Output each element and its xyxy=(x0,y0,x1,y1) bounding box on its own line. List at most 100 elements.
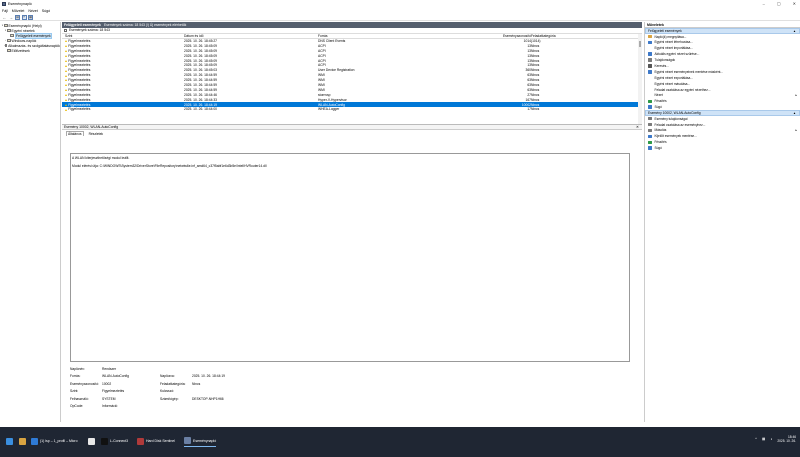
property-label: Eseményazonosító: xyxy=(70,381,99,386)
cell-source: User Device Registration xyxy=(318,68,355,73)
cell-event-id: 63 xyxy=(527,73,531,78)
action-item-label: Egyéni nézet exportálása... xyxy=(654,75,693,80)
collapse-icon[interactable]: ▲ xyxy=(793,29,796,33)
action-item-label: Egyéni nézet másolása... xyxy=(654,81,691,86)
taskbar-item[interactable]: L-Connect3 xyxy=(101,435,128,447)
warning-icon xyxy=(65,64,67,67)
network-icon[interactable]: ▦ xyxy=(762,437,765,441)
cell-date: 2025. 10. 26. 18:45:09 xyxy=(184,63,217,68)
back-button[interactable]: ← xyxy=(2,15,7,20)
action-item[interactable]: Súgó xyxy=(645,145,800,151)
help-icon xyxy=(648,105,652,109)
cell-event-id: 63 xyxy=(527,82,531,87)
cell-level: Figyelmeztetés xyxy=(65,44,90,48)
menu-view[interactable]: Nézet xyxy=(28,9,37,13)
volume-icon[interactable]: ◖ xyxy=(770,437,772,441)
tree-item[interactable]: ›Alkalmazás- és szolgáltatásnaplók xyxy=(0,43,60,48)
table-scrollbar[interactable] xyxy=(638,33,642,124)
cell-date: 2025. 10. 26. 18:44:46 xyxy=(184,92,217,97)
property-row: Eseményazonosító: 10002 Feladatkategória: N… xyxy=(70,382,370,389)
taskbar-item[interactable]: Hard Disk Sentinel xyxy=(137,435,175,447)
warning-icon xyxy=(65,59,67,62)
cell-level-text: Figyelmeztetés xyxy=(68,43,91,48)
action-item-label: Nézet xyxy=(654,93,663,98)
cell-task-category: Nincs xyxy=(531,68,540,73)
menu-file[interactable]: Fájl xyxy=(2,9,8,13)
tab-details[interactable]: Részletek xyxy=(88,132,104,136)
property-label: Szint: xyxy=(70,389,79,394)
cell-level-text: Figyelmeztetés xyxy=(68,58,91,63)
tree-item-label: Eseménynapló (Helyi) xyxy=(8,23,42,28)
maximize-button[interactable]: ▢ xyxy=(777,1,781,6)
minimize-button[interactable]: – xyxy=(763,1,765,6)
cell-date: 2025. 10. 26. 18:44:59 xyxy=(184,87,217,92)
cell-source: Hyper-V-Hypervisor xyxy=(318,97,347,102)
cell-date: 2025. 10. 26. 18:45:27 xyxy=(184,38,217,43)
cell-date: 2025. 10. 26. 18:44:59 xyxy=(184,78,217,83)
cell-level-text: Figyelmeztetés xyxy=(68,97,91,102)
cell-date: 2025. 10. 26. 18:45:09 xyxy=(184,53,217,58)
action-item-label: Aktuális egyéni nézet szűrése... xyxy=(654,52,700,57)
menu-action[interactable]: Művelet xyxy=(12,9,25,13)
col-header-event-id[interactable]: Eseményazonosító xyxy=(489,34,531,38)
menu-help[interactable]: Súgó xyxy=(42,9,50,13)
help-icon[interactable]: ? xyxy=(21,14,27,20)
cell-source: stornvsp xyxy=(318,92,331,97)
cell-source: WMI xyxy=(318,87,325,92)
cell-level: Figyelmeztetés xyxy=(65,68,90,72)
detail-tabs: Általános Részletek xyxy=(62,130,642,136)
col-header-date[interactable]: Dátum és idő xyxy=(184,34,203,38)
property-value: Információ xyxy=(102,403,118,408)
taskbar-item[interactable]: Eseménynapló xyxy=(184,435,217,447)
toolbar: ← → ▤ ? ▦ xyxy=(0,14,800,21)
scrollbar-thumb[interactable] xyxy=(639,40,641,47)
taskbar-item-label: Hard Disk Sentinel xyxy=(146,439,175,443)
folder-icon xyxy=(4,44,8,47)
taskbar-item[interactable] xyxy=(19,435,28,447)
cell-level: Figyelmeztetés xyxy=(65,54,90,58)
property-value: WLAN-AutoConfig xyxy=(102,374,129,379)
tree-item[interactable]: Előfizetések xyxy=(0,48,60,53)
cell-level: Figyelmeztetés xyxy=(65,73,90,77)
help-icon xyxy=(648,146,652,150)
cell-date: 2025. 10. 26. 18:45:09 xyxy=(184,43,217,48)
cell-source: ACPI xyxy=(318,53,326,58)
col-header-task-category[interactable]: Feladatkategória xyxy=(531,34,556,38)
warning-icon xyxy=(65,55,67,57)
property-label: Számítógép: xyxy=(160,396,179,401)
cell-event-id: 13 xyxy=(527,63,531,68)
taskbar-item[interactable]: (1) lsp – 1_profil – Micro xyxy=(31,435,78,447)
table-row[interactable]: Figyelmeztetés 2025. 10. 26. 18:44:00 WHEA… xyxy=(62,107,642,112)
action-item-label: Feladat csatolása az eseményhez... xyxy=(654,122,706,127)
show-actions-button[interactable]: ▦ xyxy=(28,14,33,20)
property-row: Naplónév: Rendszer xyxy=(70,367,370,374)
tab-general[interactable]: Általános xyxy=(66,131,84,136)
cell-level-text: Figyelmeztetés xyxy=(68,48,91,53)
cell-source: WHEA-Logger xyxy=(318,107,340,112)
property-value: DESKTOP-NHP1H66 xyxy=(192,396,224,401)
props-icon xyxy=(648,116,652,121)
action-item-label: Feladat csatolása az egyéni nézethez... xyxy=(654,87,711,92)
cell-event-id: 63 xyxy=(527,78,531,83)
cell-task-category: (1014) xyxy=(531,38,541,43)
close-detail-icon[interactable]: ✕ xyxy=(636,125,639,129)
collapse-icon[interactable]: ▲ xyxy=(793,111,796,115)
warning-icon xyxy=(65,69,67,72)
cell-level: Figyelmeztetés xyxy=(65,49,90,53)
event-viewer-icon xyxy=(2,2,6,6)
close-button[interactable]: ✕ xyxy=(793,1,796,6)
tray-chevron[interactable]: ^ xyxy=(755,437,757,441)
show-tree-button[interactable]: ▤ xyxy=(15,14,20,20)
cell-event-id: 63 xyxy=(527,87,531,92)
taskbar-item[interactable] xyxy=(6,435,15,447)
blank-icon xyxy=(648,88,652,92)
col-header-source[interactable]: Forrás xyxy=(318,34,328,38)
property-value: SYSTEM xyxy=(102,396,116,401)
clock[interactable]: 18:46 2025. 10. 26. xyxy=(777,435,796,443)
action-item-label: Keresés... xyxy=(654,63,669,68)
forward-button[interactable]: → xyxy=(9,15,14,20)
save-icon xyxy=(648,134,652,139)
event-message-box[interactable]: A WLAN kiterjeszthetőségi modul leállt. … xyxy=(70,153,630,362)
col-header-level[interactable]: Szint xyxy=(65,34,72,38)
taskbar-item[interactable] xyxy=(88,435,97,447)
